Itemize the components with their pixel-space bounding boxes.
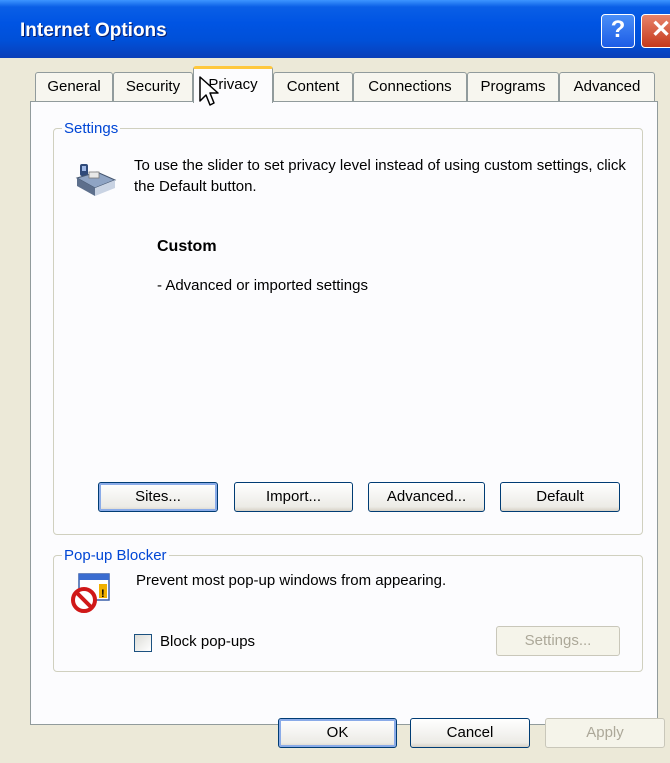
apply-button[interactable]: Apply [545, 718, 665, 748]
block-popups-label[interactable]: Block pop-ups [160, 633, 255, 650]
privacy-info-text: To use the slider to set privacy level i… [134, 157, 626, 195]
popup-settings-button[interactable]: Settings... [496, 626, 620, 656]
tab-connections[interactable]: Connections [353, 72, 467, 102]
sites-button[interactable]: Sites... [98, 482, 218, 512]
import-button[interactable]: Import... [234, 482, 353, 512]
window-title: Internet Options [20, 20, 167, 41]
privacy-settings-icon [75, 164, 117, 196]
ok-button[interactable]: OK [278, 718, 397, 748]
mouse-pointer-icon [199, 76, 219, 106]
settings-legend: Settings [64, 120, 119, 137]
internet-options-dialog: Internet Options ? ✕ General Security Pr… [0, 0, 670, 763]
tab-advanced[interactable]: Advanced [559, 72, 655, 102]
block-popups-checkbox[interactable] [134, 634, 152, 652]
tab-general[interactable]: General [35, 72, 113, 102]
tab-security[interactable]: Security [113, 72, 193, 102]
tab-programs[interactable]: Programs [467, 72, 559, 102]
cancel-button[interactable]: Cancel [410, 718, 530, 748]
help-button[interactable]: ? [601, 14, 635, 48]
svg-text:!: ! [101, 588, 105, 600]
close-button[interactable]: ✕ [641, 14, 670, 48]
advanced-button[interactable]: Advanced... [368, 482, 485, 512]
default-button[interactable]: Default [500, 482, 620, 512]
popup-blocker-legend: Pop-up Blocker [64, 547, 167, 564]
tab-content[interactable]: Content [273, 72, 353, 102]
popup-blocker-text: Prevent most pop-up windows from appeari… [136, 572, 447, 589]
privacy-level-description: - Advanced or imported settings [157, 277, 368, 294]
popup-blocker-icon: ! [71, 573, 110, 613]
privacy-tab-panel: Settings To use the slider to set privac… [30, 101, 658, 725]
privacy-level-title: Custom [157, 238, 217, 255]
title-bar[interactable]: Internet Options ? ✕ [0, 0, 670, 58]
